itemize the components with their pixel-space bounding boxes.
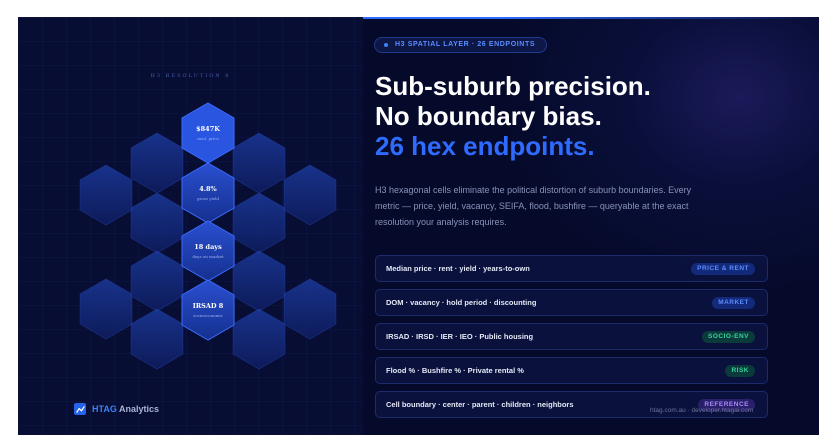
stat-label: gross yield [197, 196, 219, 201]
brand-logo-group[interactable]: HTAG Analytics [74, 403, 159, 415]
category-badge: RISK [725, 365, 755, 377]
footer-links: htag.com.au · developer.htagai.com [650, 407, 754, 414]
category-badge: MARKET [712, 297, 755, 309]
hex-cell [130, 308, 184, 370]
stat-hex-cell[interactable]: 18 days days on market [181, 220, 235, 282]
brand-name: HTAG Analytics [92, 404, 159, 414]
hex-cell [130, 132, 184, 194]
endpoint-row-socio[interactable]: IRSAD · IRSD · IER · IEO · Public housin… [375, 323, 768, 350]
endpoint-row-price[interactable]: Median price · rent · yield · years-to-o… [375, 255, 768, 282]
stat-hex-cell[interactable]: IRSAD 8 socioeconomic [181, 279, 235, 341]
stat-value: IRSAD 8 [193, 302, 224, 310]
hex-grid: $847K med. price 4.8% gross yield 18 days day… [79, 102, 337, 370]
hex-cell [232, 250, 286, 312]
headline-line-1: Sub-suburb precision. [375, 71, 651, 101]
stat-hex-shape [181, 220, 235, 282]
stat-value: 4.8% [199, 185, 217, 193]
category-badge: PRICE & RENT [691, 263, 755, 275]
endpoint-row-label: Cell boundary · center · parent · childr… [386, 400, 574, 409]
endpoint-row-label: Median price · rent · yield · years-to-o… [386, 264, 530, 273]
endpoint-row-label: Flood % · Bushfire % · Private rental % [386, 366, 524, 375]
hex-cell [232, 308, 286, 370]
stat-value: $847K [196, 125, 220, 133]
endpoint-row-market[interactable]: DOM · vacancy · hold period · discountin… [375, 289, 768, 316]
description: H3 hexagonal cells eliminate the politic… [375, 185, 692, 227]
stat-hex-shape [181, 162, 235, 224]
headline-line-3: 26 hex endpoints. [375, 131, 595, 161]
hex-cell [232, 192, 286, 254]
endpoint-list: Median price · rent · yield · years-to-o… [375, 255, 768, 425]
endpoint-row-risk[interactable]: Flood % · Bushfire % · Private rental % … [375, 357, 768, 384]
headline-line-2: No boundary bias. [375, 101, 602, 131]
stat-value: 18 days [194, 243, 222, 251]
spatial-layer-badge-text: H3 SPATIAL LAYER · 26 ENDPOINTS [395, 41, 536, 48]
endpoint-row-label: DOM · vacancy · hold period · discountin… [386, 298, 537, 307]
hex-map-panel: H3 RESOLUTION 8 $847K med. price 4.8% gross… [18, 17, 363, 435]
stat-label: days on market [192, 254, 224, 259]
stat-hex-shape [181, 102, 235, 164]
brand-name-rest: Analytics [119, 404, 160, 414]
hex-cell [283, 164, 337, 226]
brand-name-accent: HTAG [92, 404, 117, 414]
hex-cell [79, 164, 133, 226]
spatial-layer-badge: H3 SPATIAL LAYER · 26 ENDPOINTS [374, 37, 548, 53]
page-title: Sub-suburb precision. No boundary bias. … [375, 71, 651, 161]
hex-cell [232, 132, 286, 194]
status-dot-icon [384, 43, 388, 47]
endpoint-row-label: IRSAD · IRSD · IER · IEO · Public housin… [386, 332, 534, 341]
hex-cell [79, 278, 133, 340]
stat-label: med. price [197, 136, 219, 141]
stat-hex-cell[interactable]: 4.8% gross yield [181, 162, 235, 224]
hex-cell [130, 250, 184, 312]
stat-hex-shape [181, 279, 235, 341]
hero-section: H3 RESOLUTION 8 $847K med. price 4.8% gross… [18, 17, 819, 435]
hex-cell [283, 278, 337, 340]
chart-line-icon [74, 403, 86, 415]
stat-label: socioeconomic [193, 313, 223, 318]
hex-cell [130, 192, 184, 254]
category-badge: SOCIO-ENV [702, 331, 755, 343]
stat-hex-cell[interactable]: $847K med. price [181, 102, 235, 164]
